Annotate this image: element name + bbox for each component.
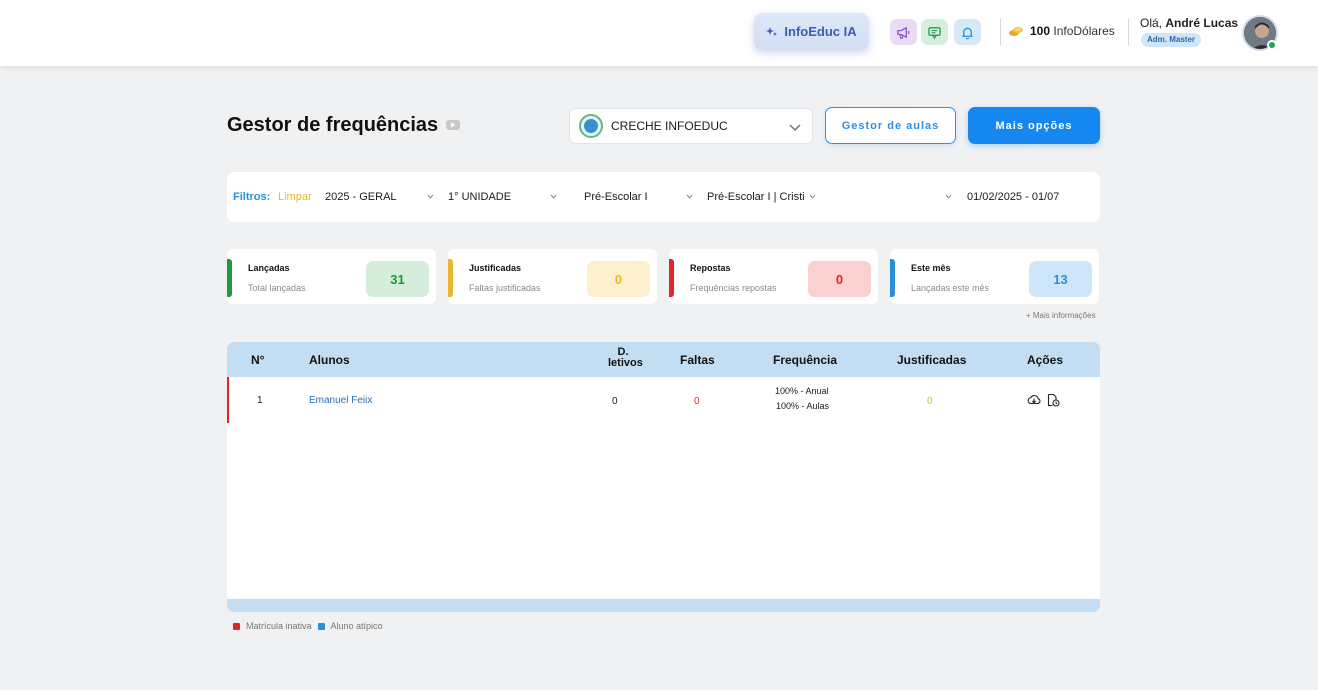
col-header-dias-letivos: D. letivos: [608, 347, 643, 369]
sparkle-icon: [766, 26, 778, 36]
online-status-dot: [1267, 40, 1277, 50]
stat-title: Justificadas: [469, 263, 522, 273]
stat-title: Este mês: [911, 263, 951, 273]
stat-value: 13: [1029, 261, 1092, 297]
stat-value: 0: [587, 261, 650, 297]
col-header-acoes: Ações: [1027, 353, 1064, 367]
user-name: André Lucas: [1165, 16, 1239, 30]
download-icon[interactable]: [1027, 393, 1041, 407]
row-num: 1: [257, 395, 263, 406]
video-tutorial-icon[interactable]: [446, 120, 460, 130]
student-name-link[interactable]: Emanuel Feiix: [309, 395, 372, 406]
user-role-badge: Adm. Master: [1141, 33, 1202, 47]
legend-atypical: Aluno atípico: [330, 621, 383, 631]
stat-color-bar: [227, 259, 232, 297]
row-freq-aulas: 100% - Aulas: [776, 401, 830, 411]
level-select[interactable]: Pré-Escolar I: [584, 191, 648, 203]
chevron-down-icon: [427, 194, 434, 199]
stat-subtitle: Frequências repostas: [690, 283, 777, 293]
school-select-value: CRECHE INFOEDUC: [611, 119, 728, 133]
stat-card-justificadas: Justificadas Faltas justificadas 0: [448, 249, 657, 304]
col-header-frequencia: Frequência: [773, 353, 838, 367]
col-header-dias-b: letivos: [608, 357, 643, 369]
year-select[interactable]: 2025 - GERAL: [325, 191, 397, 203]
row-dias-letivos: 0: [612, 396, 618, 407]
chevron-down-icon: [686, 194, 693, 199]
stat-card-este-mes: Este mês Lançadas este mês 13: [890, 249, 1099, 304]
clear-filters-link[interactable]: Limpar: [278, 191, 312, 203]
row-freq-anual: 100% - Anual: [775, 386, 829, 396]
ia-button-label: InfoEduc IA: [784, 24, 857, 39]
row-faltas: 0: [694, 396, 700, 407]
stat-card-lancadas: Lançadas Total lançadas 31: [227, 249, 436, 304]
chevron-down-icon: [945, 194, 952, 199]
top-bar: [0, 0, 1318, 66]
stat-color-bar: [890, 259, 895, 297]
chat-button[interactable]: [921, 19, 948, 45]
coins-amount: 100: [1030, 24, 1051, 38]
infoeduc-ia-button[interactable]: InfoEduc IA: [754, 13, 869, 50]
play-icon: [451, 122, 456, 128]
bell-icon: [962, 27, 973, 39]
col-header-faltas: Faltas: [680, 353, 715, 367]
chat-icon: [928, 26, 941, 39]
megaphone-button[interactable]: [890, 19, 917, 45]
stat-subtitle: Lançadas este mês: [911, 283, 990, 293]
header-divider: [1128, 18, 1129, 46]
school-select[interactable]: CRECHE INFOEDUC: [569, 108, 813, 144]
date-range-input[interactable]: 01/02/2025 - 01/07: [967, 191, 1059, 203]
coins-label: InfoDólares: [1053, 24, 1115, 38]
user-greeting: Olá, André Lucas: [1140, 16, 1238, 30]
school-logo-icon: [579, 114, 603, 138]
stat-card-repostas: Repostas Frequências repostas 0: [669, 249, 878, 304]
greeting-text: Olá,: [1140, 16, 1163, 30]
stat-color-bar: [669, 259, 674, 297]
table-legend: Matrícula inativa Aluno atípico: [233, 621, 383, 631]
legend-blue-square: [317, 622, 325, 630]
legend-red-square: [233, 622, 240, 630]
stat-subtitle: Faltas justificadas: [469, 283, 541, 293]
gestor-aulas-button[interactable]: Gestor de aulas: [825, 107, 956, 144]
stat-subtitle: Total lançadas: [248, 283, 306, 293]
table-header: N° Alunos D. letivos Faltas Frequência J…: [227, 342, 1100, 377]
coins-balance: 100 InfoDólares: [1008, 24, 1115, 38]
legend-inactive: Matrícula inativa: [246, 621, 312, 631]
notifications-button[interactable]: [954, 19, 981, 45]
header-divider: [1000, 18, 1001, 46]
filters-bar: Filtros: Limpar 2025 - GERAL 1° UNIDADE …: [227, 172, 1100, 222]
page-title: Gestor de frequências: [227, 114, 439, 136]
attendance-table: N° Alunos D. letivos Faltas Frequência J…: [227, 342, 1100, 612]
inactive-enrollment-flag: [227, 377, 229, 423]
stat-value: 31: [366, 261, 429, 297]
col-header-alunos: Alunos: [309, 353, 350, 367]
file-history-icon[interactable]: [1046, 393, 1060, 407]
stat-color-bar: [448, 259, 453, 297]
mais-opcoes-button[interactable]: Mais opções: [968, 107, 1100, 144]
coins-icon: [1009, 27, 1023, 36]
stat-title: Repostas: [690, 263, 731, 273]
row-justificadas: 0: [927, 396, 933, 407]
chevron-down-icon: [550, 194, 557, 199]
chevron-down-icon: [789, 124, 801, 132]
class-select[interactable]: Pré-Escolar I | Cristi: [707, 191, 805, 203]
megaphone-icon: [897, 26, 910, 39]
col-header-num: N°: [251, 353, 265, 367]
unit-select[interactable]: 1° UNIDADE: [448, 191, 511, 203]
stat-title: Lançadas: [248, 263, 290, 273]
chevron-down-icon: [809, 194, 816, 199]
table-footer: [227, 599, 1100, 612]
stat-value: 0: [808, 261, 871, 297]
col-header-justificadas: Justificadas: [897, 353, 967, 367]
more-info-link[interactable]: + Mais informações: [1026, 311, 1096, 320]
filters-label: Filtros:: [233, 191, 271, 203]
